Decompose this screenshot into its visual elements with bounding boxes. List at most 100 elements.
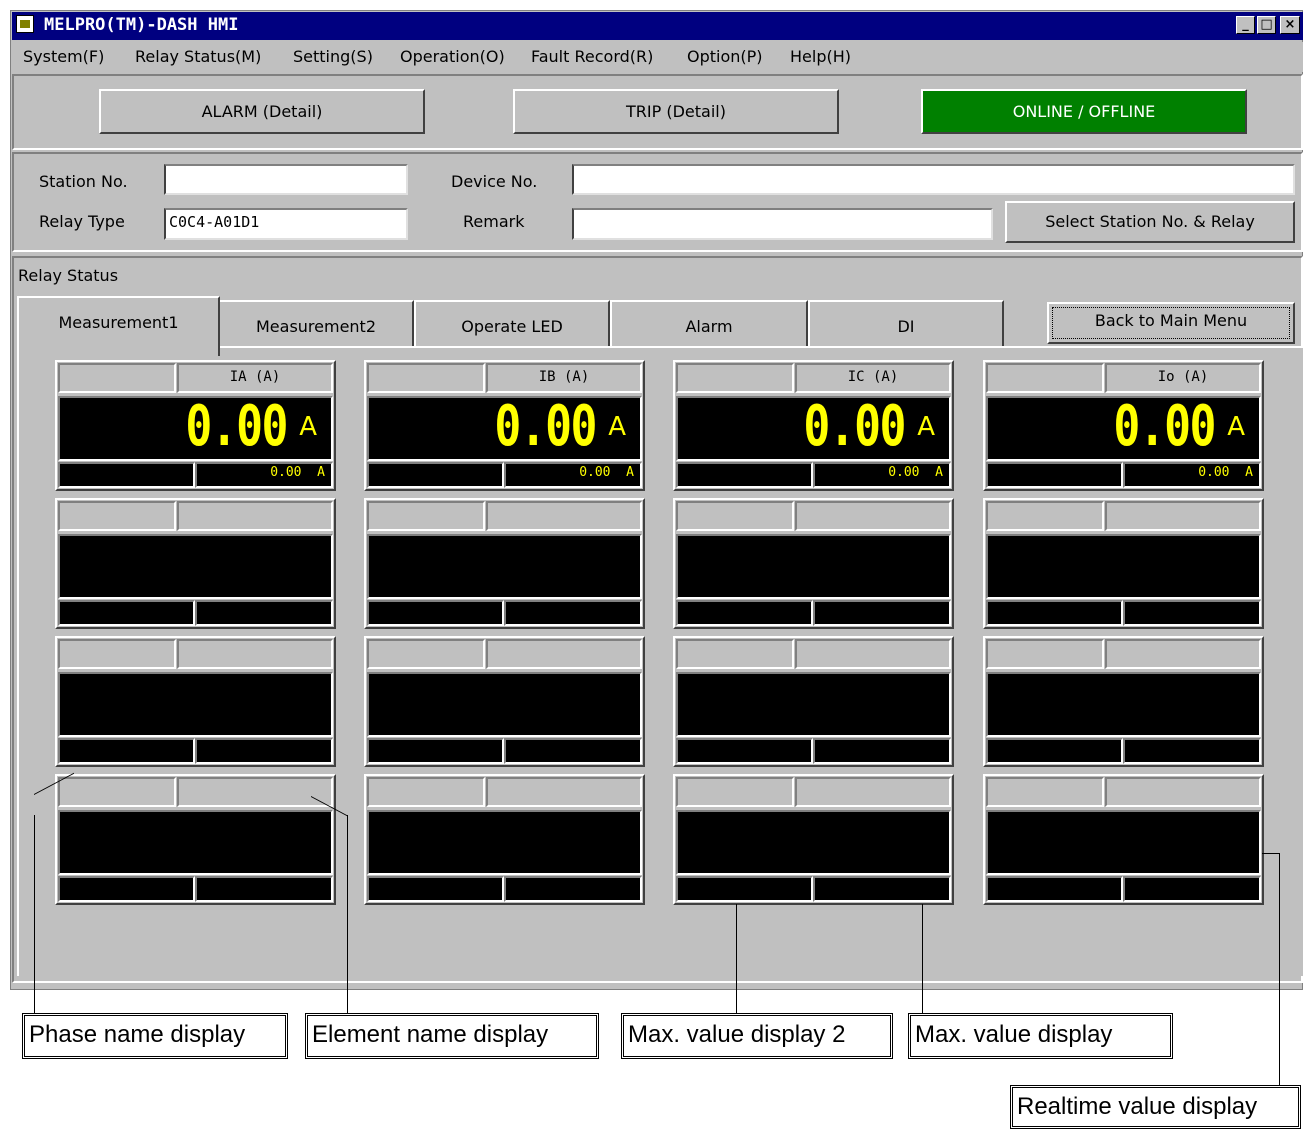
menu-relay-status[interactable]: Relay Status(M) — [135, 47, 261, 66]
max-value-display-2 — [676, 738, 813, 764]
max-value-display — [504, 738, 642, 764]
realtime-value-display — [676, 534, 951, 599]
callout-line-element — [347, 815, 348, 1020]
max-value-display-2 — [58, 876, 195, 902]
realtime-value-display: 0.00 A — [367, 394, 642, 461]
tab-alarm[interactable]: Alarm — [610, 300, 808, 348]
max-value-display — [504, 600, 642, 626]
realtime-value: 0.00 — [803, 394, 907, 459]
max-value-display-2 — [58, 462, 195, 488]
max-value-display-2 — [367, 600, 504, 626]
max-value-display-2 — [986, 462, 1123, 488]
element-name-display — [486, 501, 642, 531]
phase-name-display — [986, 777, 1104, 807]
realtime-value-display — [676, 810, 951, 875]
max-value-display-2 — [367, 876, 504, 902]
element-name-display — [486, 639, 642, 669]
menu-bar: System(F) Relay Status(M) Setting(S) Ope… — [12, 42, 1303, 72]
realtime-value-display — [58, 534, 333, 599]
realtime-value-display — [986, 810, 1261, 875]
menu-option[interactable]: Option(P) — [687, 47, 763, 66]
callout-max-value-display: Max. value display — [908, 1013, 1173, 1059]
max-value-display-2 — [676, 600, 813, 626]
phase-name-display — [58, 363, 176, 393]
menu-help[interactable]: Help(H) — [790, 47, 851, 66]
max-value-display — [195, 876, 333, 902]
element-name-display — [177, 501, 333, 531]
max-value-display — [504, 876, 642, 902]
realtime-value-display — [367, 810, 642, 875]
menu-system[interactable]: System(F) — [23, 47, 104, 66]
callout-element-name-display: Element name display — [305, 1013, 599, 1059]
phase-name-display — [676, 777, 794, 807]
phase-name-display — [676, 363, 794, 393]
max-value: 0.00 A — [1198, 465, 1253, 480]
phase-name-display — [58, 501, 176, 531]
realtime-value: 0.00 — [494, 394, 598, 459]
element-name-display — [486, 777, 642, 807]
tab-di[interactable]: DI — [808, 300, 1004, 348]
callout-realtime-value-display: Realtime value display — [1010, 1085, 1301, 1129]
trip-detail-button[interactable]: TRIP (Detail) — [513, 89, 839, 134]
max-value-display: 0.00 A — [813, 462, 951, 488]
max-value-display — [813, 600, 951, 626]
max-value-display: 0.00 A — [1123, 462, 1261, 488]
callout-leader-realtime — [1262, 853, 1279, 854]
realtime-value-display — [986, 672, 1261, 737]
realtime-unit: A — [608, 412, 626, 442]
device-no-label: Device No. — [451, 172, 538, 191]
phase-name-display — [367, 501, 485, 531]
menu-operation[interactable]: Operation(O) — [400, 47, 505, 66]
callout-line-realtime — [1279, 853, 1280, 1092]
device-no-field[interactable] — [572, 164, 1295, 195]
max-value-display — [1123, 876, 1261, 902]
realtime-unit: A — [299, 412, 317, 442]
phase-name-display — [986, 363, 1104, 393]
close-button[interactable]: × — [1280, 16, 1300, 34]
max-value-display: 0.00 A — [504, 462, 642, 488]
window-title: MELPRO(TM)-DASH HMI — [44, 15, 239, 35]
menu-setting[interactable]: Setting(S) — [293, 47, 373, 66]
tab-operate-led[interactable]: Operate LED — [414, 300, 610, 348]
title-bar: MELPRO(TM)-DASH HMI — [12, 12, 1303, 40]
realtime-value-display — [367, 534, 642, 599]
realtime-value-display: 0.00 A — [58, 394, 333, 461]
menu-fault-record[interactable]: Fault Record(R) — [531, 47, 653, 66]
realtime-value: 0.00 — [185, 394, 289, 459]
relay-type-label: Relay Type — [39, 212, 125, 231]
phase-name-display — [367, 639, 485, 669]
relay-status-label: Relay Status — [18, 266, 119, 285]
station-no-field[interactable] — [164, 164, 408, 195]
element-name-display — [795, 501, 951, 531]
realtime-value-display — [986, 534, 1261, 599]
max-value-display-2 — [367, 738, 504, 764]
element-name-display: IC (A) — [795, 363, 951, 393]
phase-name-display — [367, 363, 485, 393]
max-value-display-2 — [367, 462, 504, 488]
element-name-display: Io (A) — [1105, 363, 1261, 393]
online-offline-button[interactable]: ONLINE / OFFLINE — [921, 89, 1247, 134]
alarm-detail-button[interactable]: ALARM (Detail) — [99, 89, 425, 134]
maximize-button[interactable]: □ — [1257, 16, 1276, 34]
element-name-display — [1105, 777, 1261, 807]
max-value-display-2 — [986, 600, 1123, 626]
tab-measurement1[interactable]: Measurement1 — [17, 296, 220, 356]
realtime-unit: A — [917, 412, 935, 442]
minimize-button[interactable]: _ — [1236, 16, 1255, 34]
max-value-display-2 — [986, 738, 1123, 764]
phase-name-display — [676, 501, 794, 531]
realtime-unit: A — [1227, 412, 1245, 442]
back-to-main-menu-button[interactable]: Back to Main Menu — [1047, 302, 1295, 344]
tab-measurement2[interactable]: Measurement2 — [218, 300, 414, 348]
element-name-display — [177, 777, 333, 807]
max-value-display — [813, 876, 951, 902]
relay-type-field[interactable]: C0C4-A01D1 — [164, 208, 408, 240]
max-value-display-2 — [986, 876, 1123, 902]
element-name-display — [795, 639, 951, 669]
max-value: 0.00 A — [888, 465, 943, 480]
phase-name-display — [367, 777, 485, 807]
remark-field[interactable] — [572, 208, 993, 240]
select-station-relay-button[interactable]: Select Station No. & Relay — [1005, 201, 1295, 243]
phase-name-display — [676, 639, 794, 669]
realtime-value: 0.00 — [1113, 394, 1217, 459]
